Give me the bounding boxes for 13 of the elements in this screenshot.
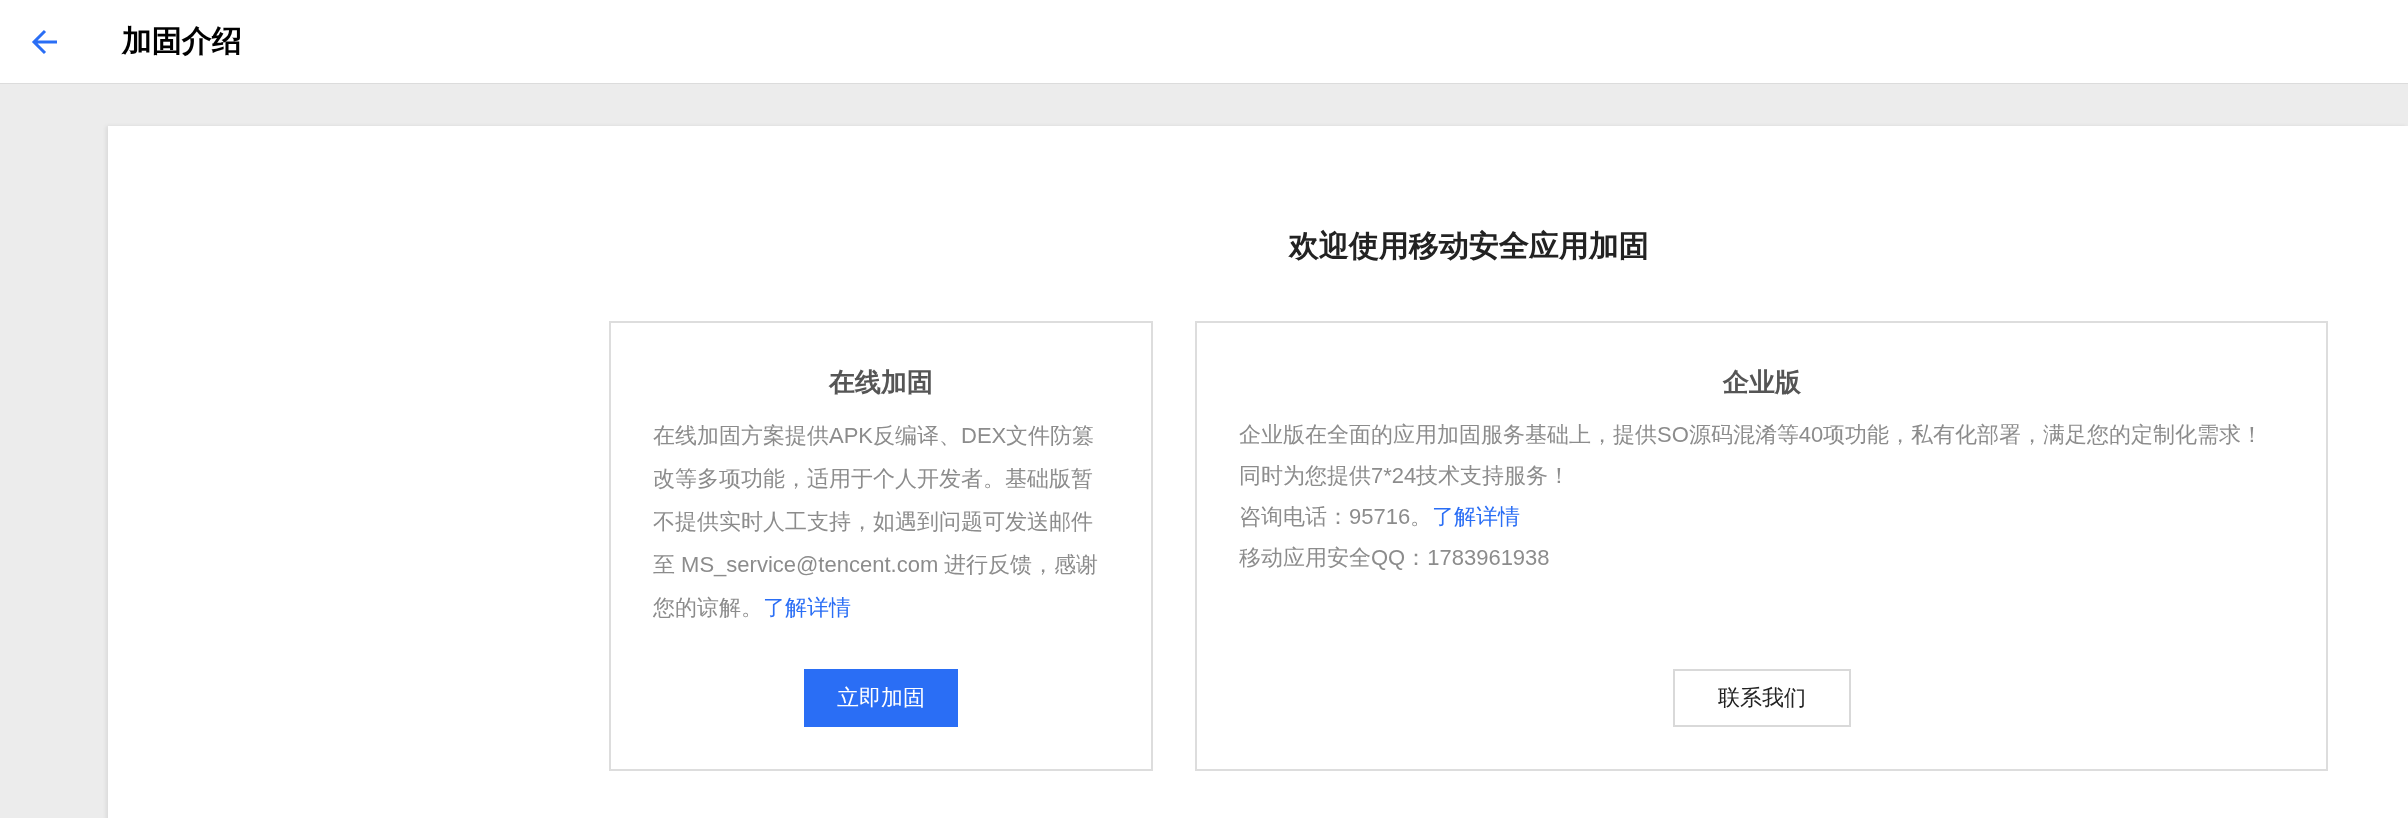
card-action-button[interactable]: 联系我们	[1672, 669, 1851, 727]
card-title: 企业版	[1721, 366, 1802, 399]
card-title: 在线加固	[827, 366, 934, 399]
card-action-button[interactable]: 立即加固	[804, 669, 958, 727]
card-description: 在线加固方案提供APK反编译、DEX文件防篡改等多项功能，适用于个人开发者。基础版暂不提供实时人工支持，如遇到问题可发送邮件至 MS_service@tencent.com 进行反馈，感谢您的谅解。了解详情	[653, 422, 1100, 622]
card-description: 移动应用安全QQ：1783961938	[1239, 544, 1551, 572]
card-description: 咨询电话：95716。了解详情	[1239, 503, 1522, 531]
details-link[interactable]: 了解详情	[763, 595, 851, 620]
card-description: 企业版在全面的应用加固服务基础上，提供SO源码混淆等40项功能，私有化部署，满足您的定制化需求！同时为您提供7*24技术支持服务！	[1239, 421, 2265, 490]
page-title: 加固介绍	[122, 23, 242, 59]
details-link[interactable]: 了解详情	[1432, 504, 1521, 529]
welcome-heading: 欢迎使用移动安全应用加固	[1287, 228, 1650, 264]
back-arrow-icon	[31, 27, 59, 56]
